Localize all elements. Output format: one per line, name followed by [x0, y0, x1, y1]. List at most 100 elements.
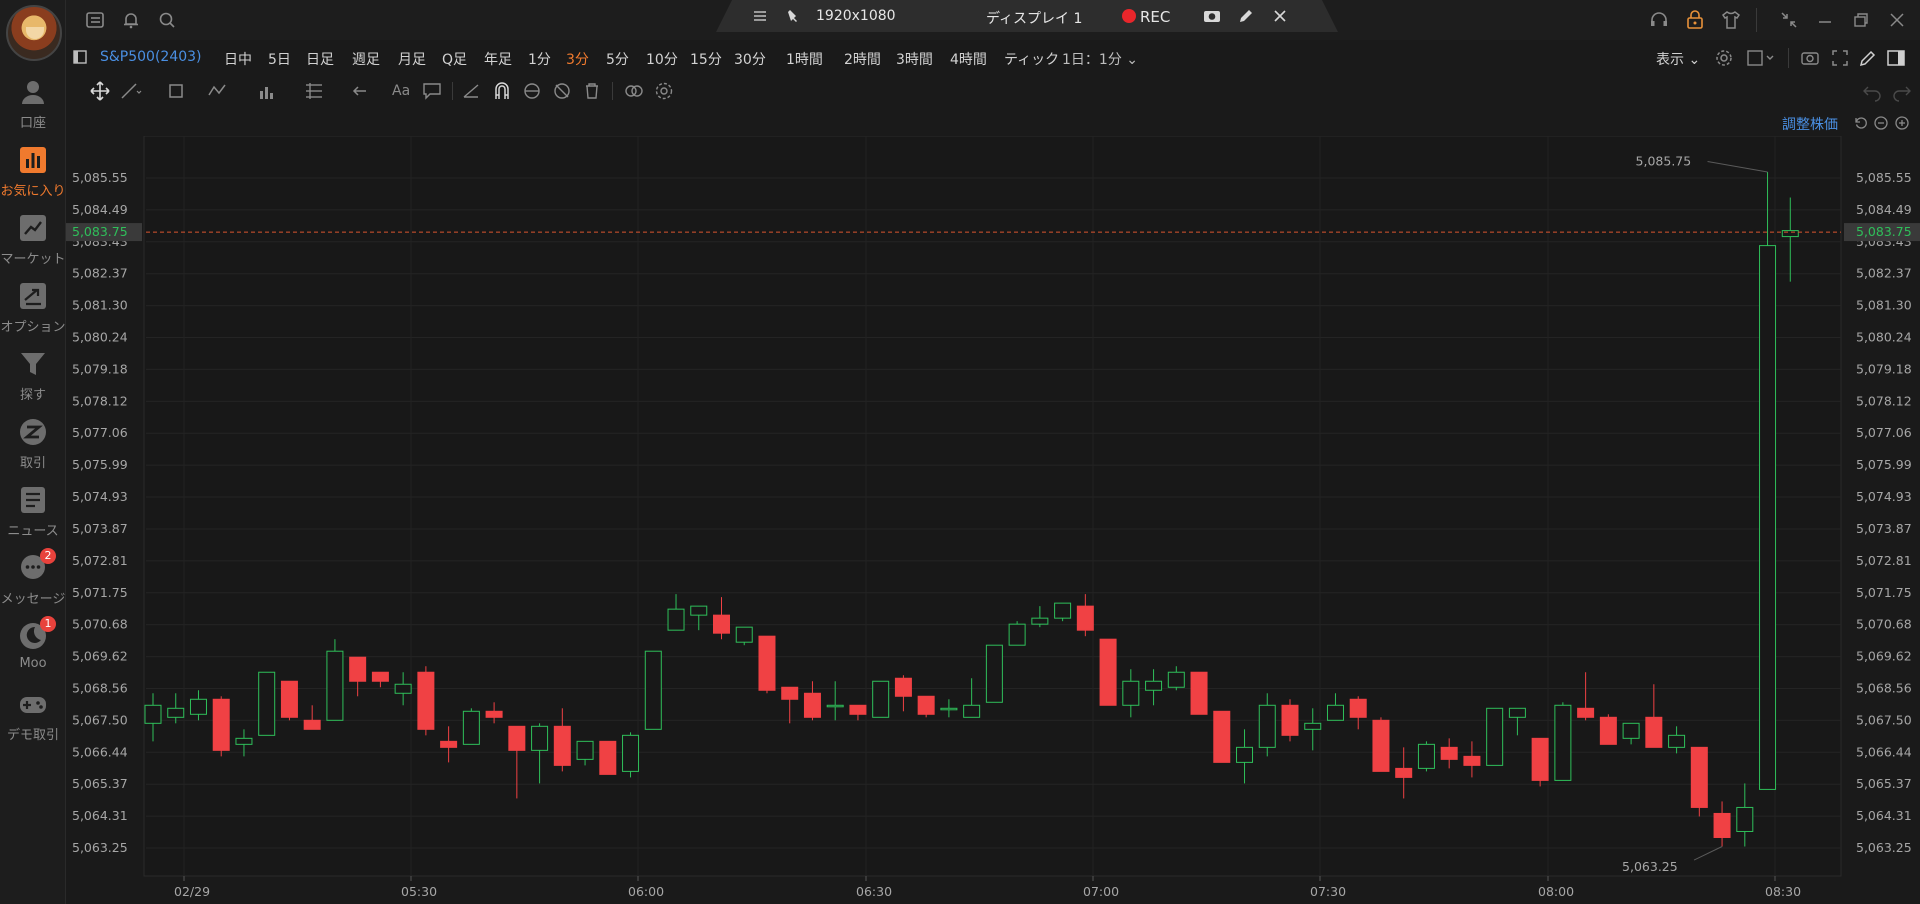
timeframe-tab[interactable]: 3分 [566, 49, 589, 69]
candle-body[interactable] [1622, 722, 1640, 739]
sidebar-toggle-icon[interactable] [72, 49, 88, 65]
zoom-out-icon[interactable] [1873, 115, 1889, 131]
minimize-icon[interactable] [1814, 9, 1836, 31]
candle-body[interactable] [1281, 704, 1299, 736]
candle-body[interactable] [1076, 605, 1094, 631]
candle-body[interactable] [1054, 602, 1072, 619]
candle-body[interactable] [531, 725, 549, 751]
pin-icon[interactable] [784, 7, 802, 25]
timeframe-tab[interactable]: 日中 [224, 49, 252, 69]
redo-icon[interactable] [1890, 79, 1914, 103]
candle-body[interactable] [872, 680, 890, 718]
pattern-icon[interactable] [206, 79, 230, 103]
ruler-icon[interactable] [460, 79, 484, 103]
candle-body[interactable] [917, 695, 935, 715]
candle-body[interactable] [1031, 617, 1049, 625]
edit-icon[interactable] [1858, 48, 1878, 68]
crosshair-move-icon[interactable] [88, 79, 112, 103]
magnet-icon[interactable] [490, 79, 514, 103]
candle-body[interactable] [485, 710, 503, 718]
candle-body[interactable] [1395, 767, 1413, 778]
candle-body[interactable] [622, 734, 640, 772]
candle-body[interactable] [1213, 710, 1231, 763]
rec-label[interactable]: REC [1140, 8, 1170, 26]
range-selector[interactable]: 1日：1分 ⌄ [1062, 49, 1138, 69]
timeframe-tab[interactable]: 10分 [646, 49, 678, 69]
watchlist-icon[interactable] [84, 9, 106, 31]
candle-body[interactable] [1008, 623, 1026, 646]
candle-body[interactable] [1122, 680, 1140, 706]
fibonacci-icon[interactable] [302, 79, 326, 103]
view-menu[interactable]: 表示 ⌄ [1656, 49, 1700, 69]
candle-body[interactable] [258, 671, 276, 736]
candle-body[interactable] [303, 719, 321, 730]
trash-icon[interactable] [580, 79, 604, 103]
record-icon[interactable] [1122, 9, 1136, 23]
fullscreen-icon[interactable] [1830, 48, 1850, 68]
timeframe-tab[interactable]: 2時間 [844, 49, 881, 69]
candle-body[interactable] [371, 671, 389, 682]
candle-body[interactable] [1668, 734, 1686, 748]
candle-body[interactable] [1531, 737, 1549, 781]
lock-drawing-icon[interactable] [520, 79, 544, 103]
arrow-icon[interactable] [348, 79, 372, 103]
candle-body[interactable] [280, 680, 298, 718]
search-icon[interactable] [156, 9, 178, 31]
timeframe-tab[interactable]: 4時間 [950, 49, 987, 69]
candle-body[interactable] [985, 644, 1003, 703]
menu-icon[interactable] [752, 8, 768, 24]
candle-body[interactable] [690, 605, 708, 616]
candle-body[interactable] [1190, 671, 1208, 715]
candle-body[interactable] [963, 704, 981, 718]
candle-body[interactable] [349, 656, 367, 682]
timeframe-tab[interactable]: 15分 [690, 49, 722, 69]
candle-body[interactable] [1759, 245, 1777, 790]
candle-body[interactable] [1167, 671, 1185, 688]
candle-body[interactable] [940, 707, 958, 711]
candle-body[interactable] [803, 692, 821, 718]
candle-body[interactable] [1736, 806, 1754, 832]
lock-icon[interactable] [1684, 9, 1706, 31]
candle-body[interactable] [167, 707, 185, 718]
timeframe-tab[interactable]: 1時間 [786, 49, 823, 69]
text-tool-icon[interactable]: Aa [392, 79, 416, 103]
candle-body[interactable] [599, 740, 617, 775]
candle-body[interactable] [326, 650, 344, 721]
collapse-icon[interactable] [1778, 9, 1800, 31]
candle-body[interactable] [144, 704, 162, 724]
panel-toggle-icon[interactable] [1886, 48, 1906, 68]
timeframe-tab[interactable]: Q足 [442, 49, 467, 69]
timeframe-tab[interactable]: 1分 [528, 49, 551, 69]
candle-body[interactable] [1690, 746, 1708, 808]
display-label[interactable]: ディスプレイ 1 [986, 8, 1082, 28]
candlestick-chart[interactable]: 5,085.55 5,085.555,084.49 5,084.495,083.43… [66, 136, 1920, 904]
candle-body[interactable] [1577, 707, 1595, 718]
candle-body[interactable] [894, 677, 912, 697]
candle-body[interactable] [758, 635, 776, 691]
settings-icon[interactable] [1714, 48, 1734, 68]
hide-drawing-icon[interactable] [550, 79, 574, 103]
candle-body[interactable] [1486, 707, 1504, 766]
shape-icon[interactable] [166, 79, 190, 103]
shirt-icon[interactable] [1720, 9, 1742, 31]
candle-body[interactable] [440, 740, 458, 748]
timeframe-tab[interactable]: ティック [1004, 49, 1059, 69]
comment-icon[interactable] [420, 79, 444, 103]
candle-body[interactable] [826, 704, 844, 708]
timeframe-tab[interactable]: 日足 [306, 49, 334, 69]
camera-icon[interactable] [1202, 7, 1222, 25]
candle-body[interactable] [1349, 698, 1367, 718]
candle-body[interactable] [644, 650, 662, 730]
pen-icon[interactable] [1237, 7, 1255, 25]
timeframe-tab[interactable]: 年足 [484, 49, 512, 69]
candle-body[interactable] [189, 698, 207, 715]
sidebar-item-gamepad[interactable]: デモ取引 [0, 678, 66, 758]
candle-body[interactable] [849, 704, 867, 715]
candle-body[interactable] [1099, 638, 1117, 706]
timeframe-tab[interactable]: 3時間 [896, 49, 933, 69]
adjusted-price-toggle[interactable]: 調整株価 [1782, 114, 1838, 134]
zoom-in-icon[interactable] [1894, 115, 1910, 131]
trend-line-icon[interactable] [118, 79, 142, 103]
timeframe-tab[interactable]: 週足 [352, 49, 380, 69]
timeframe-tab[interactable]: 5分 [606, 49, 629, 69]
